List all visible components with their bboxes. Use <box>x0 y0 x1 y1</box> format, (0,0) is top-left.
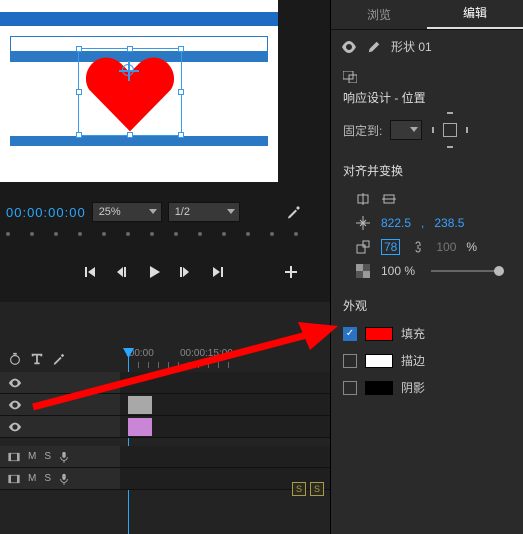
mute-button[interactable]: M <box>28 451 36 462</box>
goto-out-icon[interactable] <box>211 265 227 279</box>
chevron-down-icon <box>227 209 235 214</box>
position-icon <box>355 215 371 231</box>
shadow-swatch[interactable] <box>365 381 393 395</box>
add-icon[interactable] <box>284 265 300 279</box>
pin-dropdown[interactable] <box>390 120 422 140</box>
resize-handle[interactable] <box>76 89 82 95</box>
align-center-h-icon[interactable] <box>355 191 371 207</box>
shape-name[interactable]: 形状 01 <box>391 38 432 55</box>
resize-handle[interactable] <box>127 132 133 138</box>
preview-bar <box>0 12 278 26</box>
track-row[interactable] <box>120 446 330 468</box>
chevron-down-icon <box>410 127 418 132</box>
stroke-checkbox[interactable] <box>343 354 357 368</box>
solo-button[interactable]: S <box>44 473 51 484</box>
mic-icon[interactable] <box>59 473 69 485</box>
fill-label: 填充 <box>401 325 425 342</box>
preview-bar <box>10 136 268 146</box>
step-forward-icon[interactable] <box>179 266 195 278</box>
stopwatch-icon[interactable] <box>8 352 22 366</box>
pin-widget[interactable] <box>430 110 470 150</box>
timeline-ruler[interactable]: :00:00 00:00:15:00 <box>120 348 330 368</box>
shadow-label: 阴影 <box>401 379 425 396</box>
eye-icon[interactable] <box>8 398 22 412</box>
resize-handle[interactable] <box>127 46 133 52</box>
resize-handle[interactable] <box>76 132 82 138</box>
stroke-label: 描边 <box>401 352 425 369</box>
opacity-icon <box>355 263 371 279</box>
section-title: 响应设计 - 位置 <box>343 89 511 106</box>
zoom-value: 25% <box>99 206 121 218</box>
opacity-slider[interactable] <box>431 270 499 272</box>
timecode[interactable]: 00:00:00:00 <box>6 205 86 220</box>
track-row[interactable] <box>120 372 330 394</box>
clip[interactable] <box>128 418 152 436</box>
resolution-dropdown[interactable]: 1/2 <box>168 202 240 222</box>
section-title: 外观 <box>343 297 511 314</box>
time-ruler[interactable] <box>6 228 304 240</box>
mic-icon[interactable] <box>59 451 69 463</box>
section-title: 对齐并变换 <box>343 162 511 179</box>
wrench-icon[interactable] <box>52 352 66 366</box>
zoom-dropdown[interactable]: 25% <box>92 202 162 222</box>
eye-icon[interactable] <box>8 376 22 390</box>
resize-handle[interactable] <box>178 89 184 95</box>
scale-w[interactable]: 78 <box>381 239 400 255</box>
pin-label: 固定到: <box>343 122 382 139</box>
eye-icon[interactable] <box>341 41 357 53</box>
goto-in-icon[interactable] <box>83 265 99 279</box>
mute-button[interactable]: M <box>28 473 36 484</box>
responsive-icon[interactable] <box>343 71 357 83</box>
pct-label: % <box>466 240 477 254</box>
link-icon[interactable] <box>410 239 426 255</box>
resize-handle[interactable] <box>178 132 184 138</box>
chevron-down-icon <box>149 209 157 214</box>
tab-browse[interactable]: 浏览 <box>331 0 427 29</box>
scale-h[interactable]: 100 <box>436 240 456 254</box>
slider-knob[interactable] <box>494 266 504 276</box>
resize-handle[interactable] <box>178 46 184 52</box>
snap-marker[interactable]: S <box>310 482 324 496</box>
step-back-icon[interactable] <box>115 266 131 278</box>
film-icon[interactable] <box>8 473 20 485</box>
tab-edit[interactable]: 编辑 <box>427 0 523 29</box>
fill-checkbox[interactable]: ✓ <box>343 327 357 341</box>
settings-icon[interactable] <box>286 204 302 220</box>
selection-box[interactable] <box>78 48 182 136</box>
opacity-value[interactable]: 100 % <box>381 264 415 278</box>
position-sep: , <box>421 216 424 230</box>
align-center-v-icon[interactable] <box>381 191 397 207</box>
eye-icon[interactable] <box>8 420 22 434</box>
solo-button[interactable]: S <box>44 451 51 462</box>
text-tool-icon[interactable] <box>30 352 44 366</box>
play-icon[interactable] <box>147 265 163 279</box>
resolution-value: 1/2 <box>175 206 190 218</box>
snap-marker[interactable]: S <box>292 482 306 496</box>
shadow-checkbox[interactable] <box>343 381 357 395</box>
pen-icon[interactable] <box>367 40 381 54</box>
program-monitor[interactable] <box>0 0 278 182</box>
fill-swatch[interactable] <box>365 327 393 341</box>
properties-panel: 浏览 编辑 形状 01 响应设计 - 位置 固定到: 对齐并变换 822.5 ,… <box>330 0 523 534</box>
position-x[interactable]: 822.5 <box>381 216 411 230</box>
film-icon[interactable] <box>8 451 20 463</box>
ruler-label: 00:00:15:00 <box>180 348 233 359</box>
scale-icon <box>355 239 371 255</box>
position-y[interactable]: 238.5 <box>434 216 464 230</box>
resize-handle[interactable] <box>76 46 82 52</box>
track-row[interactable] <box>120 394 330 416</box>
track-row[interactable] <box>120 416 330 438</box>
stroke-swatch[interactable] <box>365 354 393 368</box>
clip[interactable] <box>128 396 152 414</box>
timeline: :00:00 00:00:15:00 M S M S <box>0 302 330 534</box>
